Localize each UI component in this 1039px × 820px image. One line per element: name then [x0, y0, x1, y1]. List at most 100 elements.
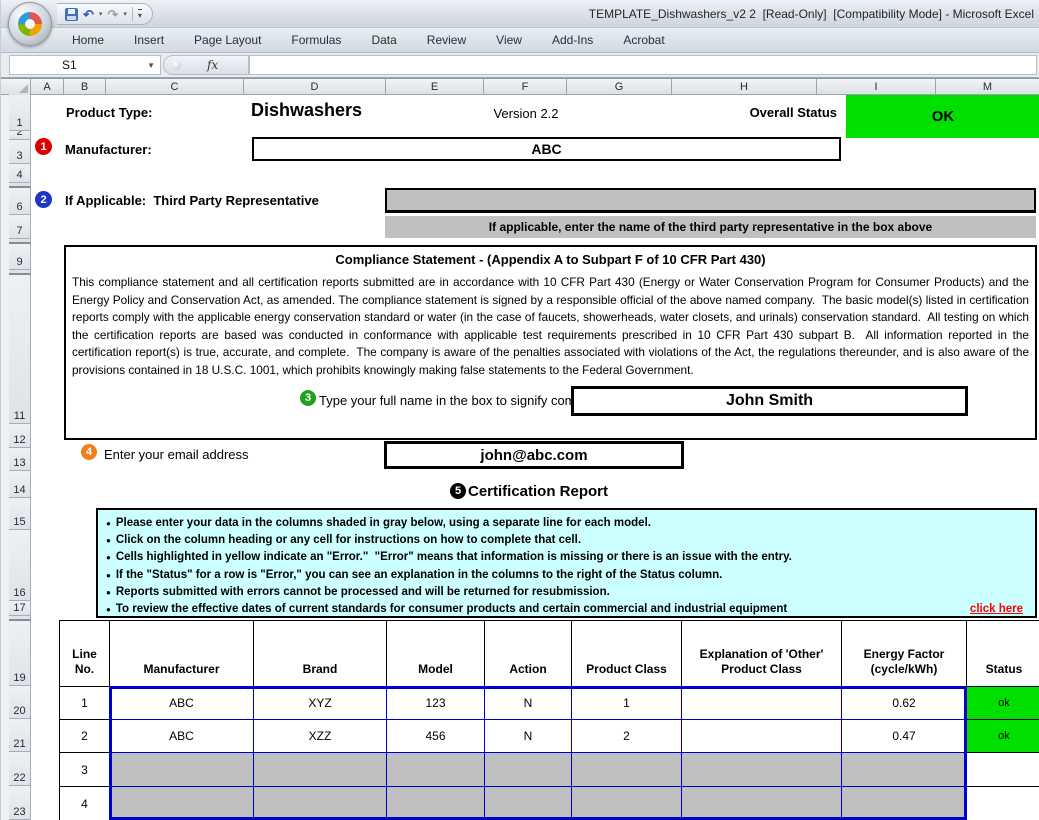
formula-input[interactable]	[249, 55, 1037, 75]
third-party-input[interactable]	[385, 188, 1036, 213]
table-cell[interactable]	[254, 753, 387, 787]
table-header-energy-factor[interactable]: Energy Factor (cycle/kWh)	[842, 621, 967, 687]
row-header-1[interactable]: 1	[9, 95, 31, 131]
row-header-13[interactable]: 13	[9, 448, 31, 471]
table-cell[interactable]: 123	[387, 687, 485, 720]
table-cell[interactable]	[572, 753, 682, 787]
table-header-status[interactable]: Status	[967, 621, 1039, 687]
table-cell[interactable]	[387, 753, 485, 787]
column-header-C[interactable]: C	[106, 79, 244, 95]
table-header-explanation-of-other-[interactable]: Explanation of 'Other' Product Class	[682, 621, 842, 687]
table-cell[interactable]	[110, 753, 254, 787]
table-cell[interactable]	[842, 753, 967, 787]
table-status-cell[interactable]: ok	[967, 720, 1039, 753]
row-header-9[interactable]: 9	[9, 244, 31, 270]
table-cell[interactable]	[682, 687, 842, 720]
table-cell[interactable]	[682, 787, 842, 820]
ribbon-tab-acrobat[interactable]: Acrobat	[608, 30, 679, 50]
table-cell[interactable]: 456	[387, 720, 485, 753]
row-header-4[interactable]: 4	[9, 164, 31, 183]
full-name-input[interactable]: John Smith	[571, 386, 968, 416]
table-header-action[interactable]: Action	[485, 621, 572, 687]
table-cell[interactable]: 0.47	[842, 720, 967, 753]
row-header-3[interactable]: 3	[9, 140, 31, 164]
table-cell[interactable]: ABC	[110, 720, 254, 753]
table-cell[interactable]: N	[485, 720, 572, 753]
row-header-21[interactable]: 21	[9, 719, 31, 752]
row-header-12[interactable]: 12	[9, 424, 31, 448]
row-header-20[interactable]: 20	[9, 686, 31, 719]
table-line-number[interactable]: 2	[60, 720, 110, 753]
email-input[interactable]: john@abc.com	[384, 441, 684, 469]
row-header-11[interactable]: 11	[9, 275, 31, 424]
table-cell[interactable]: N	[485, 687, 572, 720]
customize-qat-icon[interactable]: ▾	[138, 9, 142, 20]
undo-dropdown-icon[interactable]: ▾	[99, 10, 103, 18]
table-cell[interactable]	[485, 787, 572, 820]
row-header-14[interactable]: 14	[9, 471, 31, 498]
table-line-number[interactable]: 1	[60, 687, 110, 720]
overall-status-cell[interactable]: OK	[846, 95, 1039, 138]
table-line-number[interactable]: 3	[60, 753, 110, 787]
manufacturer-label: Manufacturer:	[65, 142, 152, 157]
row-header-7[interactable]: 7	[9, 215, 31, 239]
table-header-brand[interactable]: Brand	[254, 621, 387, 687]
table-cell[interactable]: ABC	[110, 687, 254, 720]
undo-icon[interactable]: ↶	[83, 8, 94, 21]
click-here-link[interactable]: click here	[970, 601, 1023, 618]
name-box-dropdown-icon[interactable]: ▼	[147, 61, 155, 70]
column-header-A[interactable]: A	[31, 79, 64, 95]
row-header-6[interactable]: 6	[9, 188, 31, 215]
column-header-E[interactable]: E	[386, 79, 484, 95]
table-cell[interactable]	[682, 753, 842, 787]
ribbon-tab-formulas[interactable]: Formulas	[276, 30, 356, 50]
table-cell[interactable]: XZZ	[254, 720, 387, 753]
ribbon-tab-view[interactable]: View	[481, 30, 537, 50]
table-cell[interactable]	[572, 787, 682, 820]
name-box[interactable]: S1 ▼	[9, 55, 161, 75]
table-cell[interactable]: 0.62	[842, 687, 967, 720]
table-header-manufacturer[interactable]: Manufacturer	[110, 621, 254, 687]
table-cell[interactable]	[682, 720, 842, 753]
table-cell[interactable]	[842, 787, 967, 820]
table-header-line[interactable]: Line No.	[60, 621, 110, 687]
ribbon-tab-review[interactable]: Review	[412, 30, 481, 50]
ribbon-tab-insert[interactable]: Insert	[119, 30, 179, 50]
table-status-cell[interactable]	[967, 753, 1039, 787]
table-cell[interactable]: 1	[572, 687, 682, 720]
ribbon-tab-page-layout[interactable]: Page Layout	[179, 30, 276, 50]
row-header-22[interactable]: 22	[9, 752, 31, 786]
row-header-15[interactable]: 15	[9, 498, 31, 530]
row-header-17[interactable]: 17	[9, 601, 31, 616]
manufacturer-input[interactable]: ABC	[252, 137, 841, 161]
table-header-model[interactable]: Model	[387, 621, 485, 687]
table-line-number[interactable]: 4	[60, 787, 110, 820]
table-header-product-class[interactable]: Product Class	[572, 621, 682, 687]
table-status-cell[interactable]	[967, 787, 1039, 820]
row-header-19[interactable]: 19	[9, 621, 31, 686]
table-status-cell[interactable]: ok	[967, 687, 1039, 720]
column-header-M[interactable]: M	[936, 79, 1039, 95]
table-cell[interactable]: 2	[572, 720, 682, 753]
row-header-23[interactable]: 23	[9, 786, 31, 820]
row-header-2[interactable]: 2	[9, 131, 31, 140]
insert-function-button[interactable]: fx	[207, 58, 218, 72]
column-header-B[interactable]: B	[64, 79, 106, 95]
table-cell[interactable]	[254, 787, 387, 820]
column-header-F[interactable]: F	[484, 79, 567, 95]
row-header-16[interactable]: 16	[9, 530, 31, 601]
office-button[interactable]	[8, 2, 52, 46]
table-cell[interactable]: XYZ	[254, 687, 387, 720]
column-header-G[interactable]: G	[567, 79, 672, 95]
select-all-corner[interactable]	[9, 79, 31, 95]
table-cell[interactable]	[387, 787, 485, 820]
ribbon-tab-data[interactable]: Data	[356, 30, 411, 50]
ribbon-tab-home[interactable]: Home	[57, 30, 119, 50]
save-icon[interactable]	[65, 8, 78, 21]
column-header-H[interactable]: H	[672, 79, 817, 95]
column-header-D[interactable]: D	[244, 79, 386, 95]
table-cell[interactable]	[110, 787, 254, 820]
column-header-I[interactable]: I	[817, 79, 936, 95]
table-cell[interactable]	[485, 753, 572, 787]
ribbon-tab-add-ins[interactable]: Add-Ins	[537, 30, 608, 50]
